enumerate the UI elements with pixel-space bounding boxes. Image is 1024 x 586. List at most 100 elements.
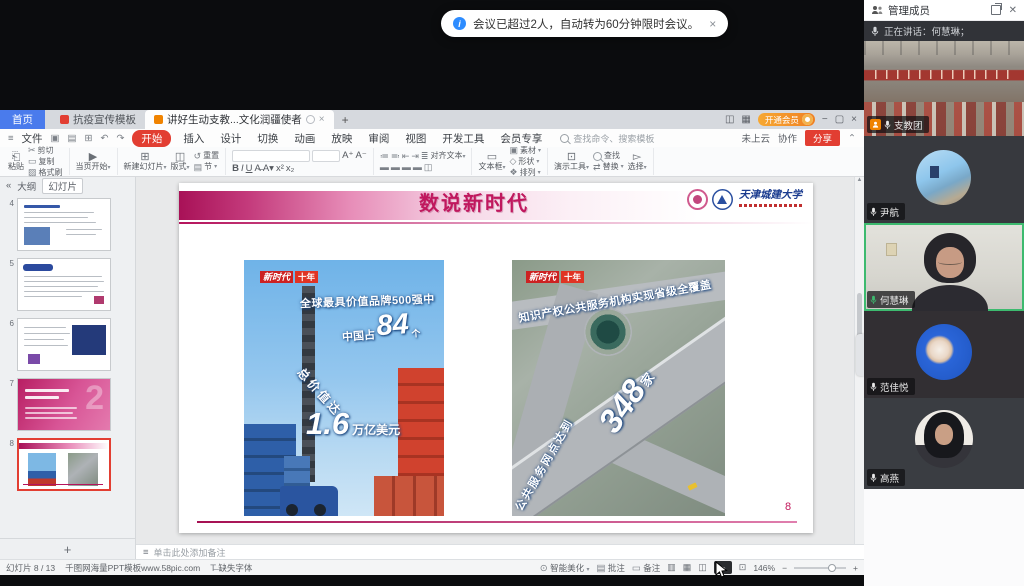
menu-tab-transition[interactable]: 切换 <box>253 130 282 147</box>
reset-button[interactable]: ↺重置 <box>194 152 220 161</box>
bold-button[interactable]: B <box>232 164 239 174</box>
tab-close-icon[interactable]: × <box>319 114 325 125</box>
align-center-icon[interactable]: ▬ <box>391 163 400 172</box>
menu-tab-view[interactable]: 视图 <box>401 130 430 147</box>
notes-toggle-button[interactable]: ▭ 备注 <box>632 562 660 574</box>
toast-close-icon[interactable]: × <box>709 17 716 31</box>
new-slide-button[interactable]: ⊞ 新建幻灯片▾ <box>124 151 167 172</box>
minimize-icon[interactable]: − <box>822 114 828 125</box>
strikethrough-button[interactable]: A̶ <box>255 164 261 174</box>
indent-icon[interactable]: ⇥ <box>411 152 419 161</box>
zoom-level[interactable]: 146% <box>753 563 775 573</box>
slide-thumbnail-4[interactable]: 4 <box>2 198 135 251</box>
comments-button[interactable]: ▤ 批注 <box>596 562 624 574</box>
home-tab[interactable]: 首页 <box>0 110 45 129</box>
find-button[interactable]: 查找 <box>593 152 624 161</box>
text-box-button[interactable]: ▭ 文本框▾ <box>478 151 505 172</box>
font-name-select[interactable] <box>232 150 310 162</box>
arrange-button[interactable]: ❖排列▾ <box>510 168 542 177</box>
select-button[interactable]: ▻ 选择▾ <box>628 151 647 172</box>
present-tools-button[interactable]: ⊡ 演示工具▾ <box>554 151 589 172</box>
participant-tile-zhijiaotuan[interactable]: 支教团 <box>864 41 1024 136</box>
notes-bar[interactable]: ≡ 单击此处添加备注 <box>136 544 864 559</box>
doc-tab-2-active[interactable]: 讲好生动支教...文化润疆使者 × <box>145 110 334 129</box>
subscript-button[interactable]: x₂ <box>286 164 294 174</box>
increase-font-icon[interactable]: A⁺ <box>342 151 353 161</box>
menu-tab-devtools[interactable]: 开发工具 <box>438 130 488 147</box>
copy-button[interactable]: ▭复制 <box>28 157 63 166</box>
cloud-sync-status[interactable]: 未上云 <box>741 131 770 145</box>
fit-screen-icon[interactable]: ⊡ <box>739 562 747 573</box>
participant-tile-gaoyan[interactable]: 高燕 <box>864 398 1024 489</box>
align-right-icon[interactable]: ▬ <box>402 163 411 172</box>
search-input[interactable]: 查找命令、搜索模板 <box>560 132 654 145</box>
zoom-out-button[interactable]: − <box>782 563 787 573</box>
highlight-button[interactable]: A▾ <box>263 164 274 174</box>
format-painter-button[interactable]: ▨格式刷 <box>28 168 63 177</box>
menu-tab-insert[interactable]: 插入 <box>179 130 208 147</box>
maximize-icon[interactable]: ▢ <box>835 114 844 125</box>
shapes-button[interactable]: ◇形状▾ <box>510 157 542 166</box>
save-icon[interactable]: ▣ <box>51 133 60 144</box>
redo-icon[interactable]: ↷ <box>116 133 124 144</box>
participant-tile-hehuilin-speaking[interactable]: 何慧琳 <box>864 223 1024 311</box>
undo-icon[interactable]: ↶ <box>100 133 108 144</box>
missing-font-warning[interactable]: T̶ 缺失字体 <box>210 562 252 574</box>
replace-button[interactable]: ⇄替换▾ <box>593 163 624 172</box>
section-button[interactable]: ▤节▾ <box>194 163 220 172</box>
zoom-slider[interactable] <box>794 567 846 569</box>
align-left-icon[interactable]: ▬ <box>380 163 389 172</box>
collab-button[interactable]: 协作 <box>778 131 797 145</box>
italic-button[interactable]: I <box>241 164 244 174</box>
slide-thumbnail-7[interactable]: 7 2 <box>2 378 135 431</box>
superscript-button[interactable]: x² <box>276 164 284 174</box>
menu-tab-review[interactable]: 审阅 <box>364 130 393 147</box>
slide-thumbnail-8-selected[interactable]: 8 <box>2 438 135 491</box>
participant-tile-yinhang[interactable]: 尹航 <box>864 136 1024 223</box>
outline-tab[interactable]: 大纲 <box>17 179 36 193</box>
panel-collapse-icon[interactable]: « <box>6 180 11 191</box>
slide-8[interactable]: 数说新时代 天津城建大学 <box>179 183 813 533</box>
menu-tab-animation[interactable]: 动画 <box>290 130 319 147</box>
menu-tab-member[interactable]: 会员专享 <box>496 130 546 147</box>
member-badge[interactable]: 开通会员 <box>758 113 815 126</box>
layout-switch-icon[interactable]: ◫ <box>725 114 734 125</box>
hamburger-icon[interactable]: ≡ <box>8 133 14 144</box>
zoom-slider-knob[interactable] <box>828 564 836 572</box>
cut-button[interactable]: ✂剪切 <box>28 146 63 155</box>
preview-icon[interactable]: ⊞ <box>85 133 93 144</box>
layout-button[interactable]: ◫ 版式▾ <box>171 151 190 172</box>
outdent-icon[interactable]: ⇤ <box>402 152 410 161</box>
grid-view-icon[interactable]: ▦ <box>741 114 750 125</box>
scroll-up-icon[interactable]: ▲ <box>857 177 863 183</box>
slide-thumbnail-5[interactable]: 5 <box>2 258 135 311</box>
line-spacing-icon[interactable]: ≣ <box>421 152 429 161</box>
menu-file[interactable]: 文件 <box>22 131 43 146</box>
play-from-current-button[interactable]: ▶ 当页开始▾ <box>76 151 111 172</box>
numbering-icon[interactable]: ≕ <box>391 152 400 161</box>
beautify-button[interactable]: ⊙ 智能美化 ▾ <box>540 562 590 574</box>
share-button[interactable]: 分享 <box>805 130 840 146</box>
new-tab-button[interactable]: + <box>334 110 357 129</box>
doc-tab-1[interactable]: 抗疫宣传模板 <box>51 110 145 129</box>
sorter-view-icon[interactable]: ▦ <box>683 562 692 573</box>
print-icon[interactable]: ▤ <box>68 133 77 144</box>
align-text-button[interactable]: 对齐文本▾ <box>430 152 465 160</box>
ribbon-collapse-icon[interactable]: ⌃ <box>848 133 856 144</box>
decrease-font-icon[interactable]: A⁻ <box>355 151 366 161</box>
panel-collapse-handle[interactable] <box>856 334 864 376</box>
slide-thumbnail-6[interactable]: 6 <box>2 318 135 371</box>
font-size-select[interactable] <box>312 150 340 162</box>
add-slide-button[interactable]: + <box>0 538 135 559</box>
popout-icon[interactable] <box>991 5 1001 15</box>
participant-tile-fanjiayue[interactable]: 范佳悦 <box>864 311 1024 398</box>
paste-button[interactable]: ⎗ 粘贴 <box>8 151 24 172</box>
assets-button[interactable]: ▣素材▾ <box>510 146 542 155</box>
slide-image-containers[interactable]: 新时代 十年 全球最具价值品牌500强中 中国占 84 个 总价值达 1.6 万 <box>244 260 444 516</box>
zoom-in-button[interactable]: + <box>853 563 858 573</box>
menu-tab-design[interactable]: 设计 <box>216 130 245 147</box>
menu-tab-home[interactable]: 开始 <box>132 130 171 147</box>
underline-button[interactable]: U <box>246 164 253 174</box>
menu-tab-slideshow[interactable]: 放映 <box>327 130 356 147</box>
normal-view-icon[interactable]: ▥ <box>667 562 676 573</box>
